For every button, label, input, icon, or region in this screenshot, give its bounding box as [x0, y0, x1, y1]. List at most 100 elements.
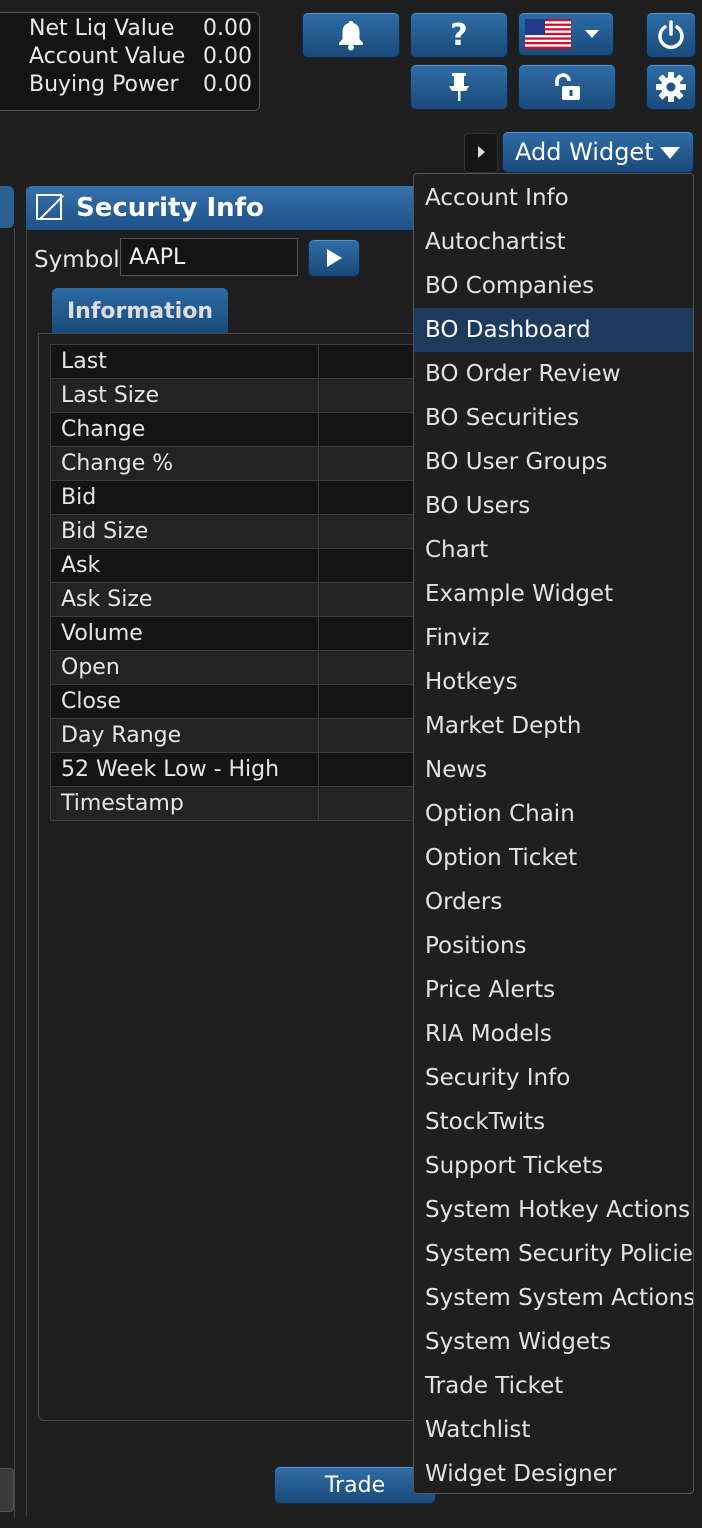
menu-item-bo-securities[interactable]: BO Securities — [414, 396, 693, 440]
chevron-down-icon — [583, 28, 601, 40]
pin-button[interactable] — [410, 64, 508, 110]
net-liq-row: Net Liq Value 0.00 — [29, 15, 252, 43]
add-widget-menu: Account Info Autochartist BO Companies BO D… — [413, 173, 694, 1494]
information-table: Last Last Size Change Change % Bid Bid Size As… — [50, 344, 430, 821]
menu-item-price-alerts[interactable]: Price Alerts — [414, 968, 693, 1012]
logout-button[interactable] — [646, 12, 696, 58]
row-label: Bid — [50, 480, 319, 515]
table-row: Timestamp — [50, 786, 430, 821]
gear-icon — [655, 71, 687, 103]
add-widget-button[interactable]: Add Widget — [502, 131, 694, 173]
help-icon: ? — [450, 17, 468, 53]
left-panel-header — [0, 186, 14, 228]
table-row: Last Size — [50, 378, 430, 413]
menu-item-support-tickets[interactable]: Support Tickets — [414, 1144, 693, 1188]
panel-title: Security Info — [76, 193, 264, 223]
row-label: Open — [50, 650, 319, 685]
table-row: 52 Week Low - High — [50, 752, 430, 787]
buying-power-row: Buying Power 0.00 — [29, 71, 252, 99]
menu-item-trade-ticket[interactable]: Trade Ticket — [414, 1364, 693, 1408]
row-label: Last Size — [50, 378, 319, 413]
menu-item-ria-models[interactable]: RIA Models — [414, 1012, 693, 1056]
menu-item-finviz[interactable]: Finviz — [414, 616, 693, 660]
menu-item-bo-dashboard[interactable]: BO Dashboard — [414, 308, 693, 352]
lock-button[interactable] — [518, 64, 616, 110]
play-icon — [325, 248, 343, 268]
account-summary: Net Liq Value 0.00 Account Value 0.00 Bu… — [0, 12, 260, 111]
row-label: Change % — [50, 446, 319, 481]
menu-item-bo-user-groups[interactable]: BO User Groups — [414, 440, 693, 484]
menu-item-system-widgets[interactable]: System Widgets — [414, 1320, 693, 1364]
menu-item-widget-designer[interactable]: Widget Designer — [414, 1452, 693, 1493]
net-liq-value: 0.00 — [203, 16, 252, 41]
menu-item-watchlist[interactable]: Watchlist — [414, 1408, 693, 1452]
buying-power-value: 0.00 — [203, 72, 252, 97]
pin-icon — [446, 71, 472, 103]
menu-item-orders[interactable]: Orders — [414, 880, 693, 924]
table-row: Close — [50, 684, 430, 719]
menu-item-account-info[interactable]: Account Info — [414, 176, 693, 220]
menu-item-security-info[interactable]: Security Info — [414, 1056, 693, 1100]
row-label: Ask — [50, 548, 319, 583]
menu-item-bo-companies[interactable]: BO Companies — [414, 264, 693, 308]
menu-item-hotkeys[interactable]: Hotkeys — [414, 660, 693, 704]
table-row: Ask Size — [50, 582, 430, 617]
menu-item-bo-users[interactable]: BO Users — [414, 484, 693, 528]
unlock-icon — [552, 71, 582, 103]
row-label: Ask Size — [50, 582, 319, 617]
table-row: Volume — [50, 616, 430, 651]
table-row: Bid Size — [50, 514, 430, 549]
menu-item-positions[interactable]: Positions — [414, 924, 693, 968]
help-button[interactable]: ? — [410, 12, 508, 58]
tab-information[interactable]: Information — [52, 288, 228, 334]
menu-item-bo-order-review[interactable]: BO Order Review — [414, 352, 693, 396]
menu-item-chart[interactable]: Chart — [414, 528, 693, 572]
language-select[interactable] — [518, 12, 614, 56]
table-row: Bid — [50, 480, 430, 515]
menu-item-option-ticket[interactable]: Option Ticket — [414, 836, 693, 880]
row-label: Volume — [50, 616, 319, 651]
row-label: Day Range — [50, 718, 319, 753]
table-row: Last — [50, 344, 430, 379]
settings-button[interactable] — [646, 64, 696, 110]
table-row: Change — [50, 412, 430, 447]
left-panel-scroll-button[interactable] — [0, 1468, 14, 1512]
row-label: Last — [50, 344, 319, 379]
account-value-label: Account Value — [29, 44, 186, 69]
us-flag-icon — [525, 19, 571, 49]
menu-item-news[interactable]: News — [414, 748, 693, 792]
power-icon — [655, 19, 687, 51]
trade-button[interactable]: Trade — [274, 1466, 436, 1504]
table-row: Change % — [50, 446, 430, 481]
menu-item-option-chain[interactable]: Option Chain — [414, 792, 693, 836]
bell-icon — [336, 19, 366, 51]
buying-power-label: Buying Power — [29, 72, 179, 97]
add-widget-label: Add Widget — [515, 138, 654, 166]
table-row: Open — [50, 650, 430, 685]
row-label: Change — [50, 412, 319, 447]
menu-item-market-depth[interactable]: Market Depth — [414, 704, 693, 748]
chevron-down-icon — [659, 146, 681, 160]
account-value-value: 0.00 — [203, 44, 252, 69]
menu-item-system-system-actions[interactable]: System System Actions — [414, 1276, 693, 1320]
symbol-submit-button[interactable] — [308, 239, 360, 277]
row-label: 52 Week Low - High — [50, 752, 319, 787]
menu-item-system-hotkey-actions[interactable]: System Hotkey Actions — [414, 1188, 693, 1232]
menu-item-stocktwits[interactable]: StockTwits — [414, 1100, 693, 1144]
table-row: Ask — [50, 548, 430, 583]
account-value-row: Account Value 0.00 — [29, 43, 252, 71]
symbol-label: Symbol — [34, 247, 120, 273]
menu-item-system-security-policies[interactable]: System Security Policies — [414, 1232, 693, 1276]
collapse-toolbar-button[interactable] — [464, 133, 498, 173]
row-label: Timestamp — [50, 786, 319, 821]
net-liq-label: Net Liq Value — [29, 16, 175, 41]
table-row: Day Range — [50, 718, 430, 753]
maximize-icon[interactable] — [36, 194, 62, 220]
menu-item-autochartist[interactable]: Autochartist — [414, 220, 693, 264]
chevron-right-icon — [476, 144, 486, 163]
left-panel — [0, 228, 15, 1518]
symbol-input[interactable] — [120, 238, 298, 276]
row-label: Bid Size — [50, 514, 319, 549]
alerts-button[interactable] — [302, 12, 400, 58]
menu-item-example-widget[interactable]: Example Widget — [414, 572, 693, 616]
